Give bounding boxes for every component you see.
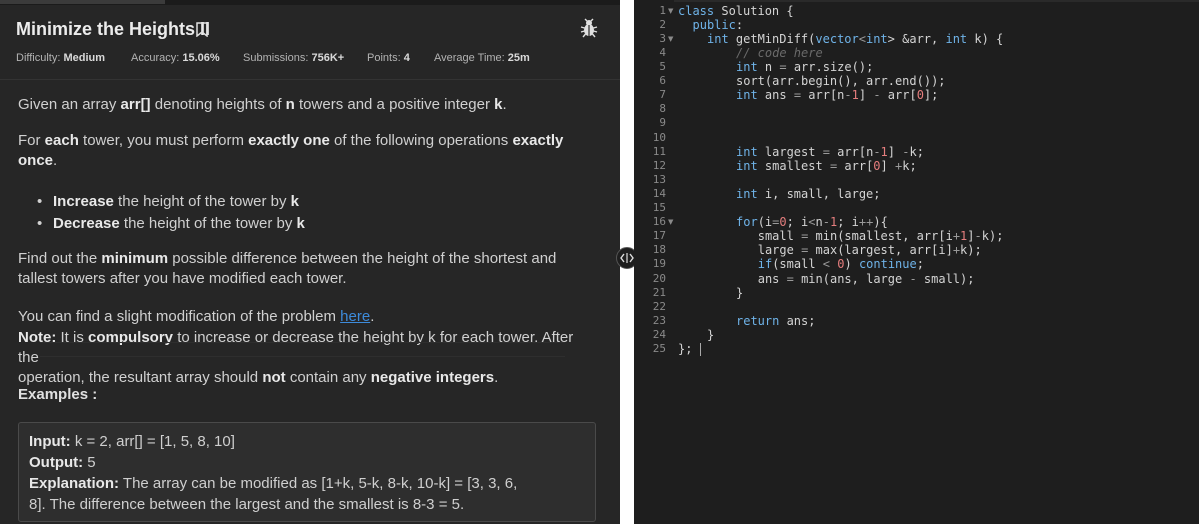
code-line[interactable]: small = min(smallest, arr[i+1]-k); [751,229,1004,243]
meta-points: Points: 4 [367,52,410,64]
code-line[interactable]: return ans; [736,314,815,328]
line-number: 18 [652,243,666,256]
line-number: 1 [659,4,666,17]
panel-top-bar-accent [0,0,165,4]
line-number: 9 [659,116,666,129]
line-number: 14 [652,187,666,200]
line-number: 6 [659,74,666,87]
example-box: Input: k = 2, arr[] = [1, 5, 8, 10] Outp… [18,422,596,522]
line-number: 8 [659,102,666,115]
panel-top-bar [0,0,620,5]
code-area[interactable]: class Solution {public: int getMinDiff(ve… [674,0,1199,524]
operations-list: Increase the height of the tower by k De… [37,191,305,235]
code-line[interactable]: int smallest = arr[0] +k; [736,159,917,173]
line-number: 17 [652,229,666,242]
meta-difficulty-value: Medium [63,52,106,64]
note-text: Note: It is compulsory to increase or de… [18,329,574,386]
code-line[interactable]: int largest = arr[n-1] -k; [736,145,924,159]
bookmark-icon[interactable] [196,22,208,37]
line-number: 25 [652,342,666,355]
meta-average-time: Average Time: 25m [434,52,530,64]
objective-text: Find out the minimum possible difference… [18,250,557,287]
code-line[interactable]: large = max(largest, arr[i]+k); [751,243,982,257]
meta-accuracy-value: 15.06% [182,52,220,64]
code-line[interactable]: class Solution { [678,4,794,18]
code-line[interactable]: sort(arr.begin(), arr.end()); [736,74,946,88]
code-line[interactable]: int n = arr.size(); [736,60,873,74]
problem-panel: Minimize the Heights II Difficulty: Medi… [0,0,620,524]
meta-difficulty-label: Difficulty: [16,52,61,64]
meta-points-label: Points: [367,52,401,64]
line-number: 23 [652,314,666,327]
code-editor[interactable]: 1 ▼ 2 3 ▼ 4 5 6 7 8 9 10 11 12 13 14 15 16 ▼ 17 18 19 20 21 22 23… [634,0,1199,524]
text-cursor [700,343,701,356]
code-line[interactable]: if(small < 0) continue; [758,257,924,271]
line-number: 21 [652,286,666,299]
line-number: 16 [652,215,666,228]
line-number: 22 [652,300,666,313]
meta-difficulty: Difficulty: Medium [16,52,105,64]
active-line-highlight [40,342,565,357]
problem-statement: Given an array arr[] denoting heights of… [18,96,507,113]
line-number: 19 [652,257,666,270]
problem-title: Minimize the Heights II [16,19,211,39]
fold-chevron-icon[interactable]: ▼ [668,7,673,15]
fold-chevron-icon[interactable]: ▼ [668,35,673,43]
code-line[interactable]: int ans = arr[n-1] - arr[0]; [736,88,938,102]
operation-rule: For each tower, you must perform exactly… [18,132,564,169]
code-line[interactable]: int getMinDiff(vector<int> &arr, int k) … [707,32,1003,46]
code-line[interactable]: }; [678,342,692,356]
meta-submissions-label: Submissions: [243,52,309,64]
line-number: 2 [659,18,666,31]
code-line[interactable]: ans = min(ans, large - small); [751,272,975,286]
bug-report-icon[interactable] [580,18,598,38]
code-line[interactable]: for(i=0; i<n-1; i++){ [736,215,888,229]
meta-accuracy: Accuracy: 15.06% [131,52,220,64]
example-output: Output: 5 [29,454,96,471]
line-number: 4 [659,46,666,59]
line-number: 15 [652,201,666,214]
meta-submissions: Submissions: 756K+ [243,52,344,64]
meta-submissions-value: 756K+ [311,52,345,64]
line-number: 13 [652,173,666,186]
examples-heading: Examples : [18,386,98,403]
line-number-gutter: 1 ▼ 2 3 ▼ 4 5 6 7 8 9 10 11 12 13 14 15 16 ▼ 17 18 19 20 21 22 23… [634,0,674,524]
line-number: 10 [652,131,666,144]
meta-points-value: 4 [403,52,410,64]
fold-chevron-icon[interactable]: ▼ [668,218,673,226]
variant-text: You can find a slight modification of th… [18,308,375,325]
meta-average-time-label: Average Time: [434,52,505,64]
code-line[interactable]: } [707,328,714,342]
meta-divider [0,79,620,80]
code-line[interactable]: // code here [736,46,823,60]
line-number: 24 [652,328,666,341]
line-number: 11 [652,145,666,158]
code-line[interactable]: } [736,286,743,300]
meta-accuracy-label: Accuracy: [131,52,180,64]
line-number: 12 [652,159,666,172]
code-line[interactable]: public: [693,18,744,32]
example-input: Input: k = 2, arr[] = [1, 5, 8, 10] [29,433,235,450]
line-number: 20 [652,272,666,285]
here-link[interactable]: here [340,308,370,325]
line-number: 7 [659,88,666,101]
line-number: 3 [659,32,666,45]
meta-average-time-value: 25m [507,52,530,64]
list-item: Decrease the height of the tower by k [37,213,305,235]
list-item: Increase the height of the tower by k [37,191,305,213]
line-number: 5 [659,60,666,73]
code-line[interactable]: int i, small, large; [736,187,881,201]
example-explanation: Explanation: The array can be modified a… [29,475,518,492]
example-explanation-cont: 8]. The difference between the largest a… [29,496,465,513]
